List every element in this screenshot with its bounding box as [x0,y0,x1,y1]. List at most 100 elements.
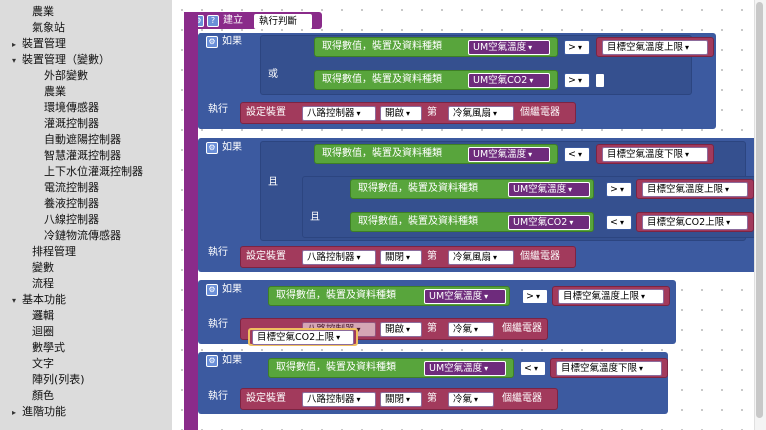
state-dropdown[interactable]: 開啟 ▾ [380,106,422,121]
toolbox-category[interactable]: ▾ 裝置管理（變數） [12,52,110,68]
sensor-dropdown[interactable]: UM空氣溫度 ▾ [468,40,550,55]
create-label: 建立 [223,15,243,26]
toolbox-category-label: 自動遮陽控制器 [44,133,121,146]
variable-dropdown[interactable]: 目標空氣溫度下限 ▾ [602,147,708,162]
controller-dropdown[interactable]: 八路控制器▾ [302,250,376,265]
state-dropdown[interactable]: 開啟 ▾ [380,322,422,337]
toolbox-category-label: 農業 [44,85,66,98]
toolbox-category-label: 迴圈 [32,325,54,338]
operator-dropdown[interactable]: < ▾ [606,215,632,230]
variable-dropdown[interactable]: 目標空氣溫度上限 ▾ [602,40,708,55]
toolbox-category[interactable]: 外部變數 [44,68,88,83]
variable-dropdown[interactable]: 目標空氣CO2上限 ▾ [252,330,354,345]
toolbox-category[interactable]: 流程 [32,276,54,291]
sensor-dropdown[interactable]: UM空氣溫度 ▾ [424,361,506,376]
sensor-dropdown[interactable]: UM空氣溫度 ▾ [468,147,550,162]
toolbox-category-label: 灌溉控制器 [44,117,99,130]
function-name-field[interactable]: 執行判斷 [254,14,312,29]
chevron-right-icon[interactable]: ▸ [12,37,22,52]
toolbox-category-label: 顏色 [32,389,54,402]
blockly-workspace[interactable]: ⚙ ? 建立 執行判斷 ⚙ 如果 或 取得數值，裝置及資料種類 UM空氣溫度▾ … [172,0,766,430]
toolbox-category[interactable]: 氣象站 [32,20,65,35]
function-body-bar [184,12,198,430]
operator-dropdown[interactable]: < ▾ [520,361,546,376]
toolbox-category-label: 農業 [32,5,54,18]
toolbox-category[interactable]: 邏輯 [32,308,54,323]
toolbox-category[interactable]: 養液控制器 [44,196,99,211]
operator-dropdown[interactable]: > ▾ [564,40,590,55]
toolbox-category-label: 排程管理 [32,245,76,258]
chevron-right-icon[interactable]: ▸ [12,405,22,420]
toolbox-sidebar: 農業 氣象站 ▸ 裝置管理 ▾ 裝置管理（變數） 外部變數 農業 環境傳感器 灌溉控制器 自動遮陽控… [0,0,172,430]
toolbox-category[interactable]: 智慧灌溉控制器 [44,148,121,163]
controller-dropdown[interactable]: 八路控制器▾ [302,106,376,121]
toolbox-category[interactable]: 灌溉控制器 [44,116,99,131]
toolbox-category[interactable]: ▸ 進階功能 [12,404,66,420]
help-icon[interactable]: ? [207,15,219,27]
toolbox-category[interactable]: ▾ 基本功能 [12,292,66,308]
sensor-dropdown[interactable]: UM空氣溫度 ▾ [424,289,506,304]
and-label: 且 [268,177,278,188]
state-dropdown[interactable]: 關閉 ▾ [380,392,422,407]
toolbox-category-label: 變數 [32,261,54,274]
toolbox-category-label: 養液控制器 [44,197,99,210]
toolbox-category[interactable]: 上下水位灌溉控制器 [44,164,143,179]
variable-dropdown[interactable]: 目標空氣溫度上限 ▾ [642,182,748,197]
chevron-down-icon[interactable]: ▾ [12,53,22,68]
variable-dropdown[interactable]: 目標空氣溫度下限 ▾ [556,361,662,376]
toolbox-category[interactable]: 農業 [44,84,66,99]
toolbox-category-label: 流程 [32,277,54,290]
toolbox-category[interactable]: 數學式 [32,340,65,355]
toolbox-category-label: 環境傳感器 [44,101,99,114]
toolbox-category[interactable]: 顏色 [32,388,54,403]
toolbox-category[interactable]: 迴圈 [32,324,54,339]
toolbox-category-label: 基本功能 [22,293,66,306]
sensor-dropdown[interactable]: UM空氣CO2 ▾ [508,215,590,230]
target-dropdown[interactable]: 冷氣風扇 ▾ [448,250,514,265]
or-label: 或 [268,69,278,80]
toolbox-category[interactable]: 文字 [32,356,54,371]
toolbox-category-label: 裝置管理 [22,37,66,50]
toolbox-category[interactable]: 陣列(列表) [32,372,85,387]
toolbox-category[interactable]: ▸ 裝置管理 [12,36,66,52]
target-dropdown[interactable]: 冷氣 ▾ [448,322,494,337]
state-dropdown[interactable]: 關閉 ▾ [380,250,422,265]
sensor-dropdown[interactable]: UM空氣CO2 ▾ [468,73,550,88]
toolbox-category-label: 上下水位灌溉控制器 [44,165,143,178]
operator-dropdown[interactable]: < ▾ [564,147,590,162]
gear-icon[interactable]: ⚙ [206,355,218,367]
toolbox-category-label: 智慧灌溉控制器 [44,149,121,162]
gear-icon[interactable]: ⚙ [206,284,218,296]
toolbox-category[interactable]: 冷鏈物流傳感器 [44,228,121,243]
target-dropdown[interactable]: 冷氣風扇 ▾ [448,106,514,121]
toolbox-category[interactable]: 變數 [32,260,54,275]
gear-icon[interactable]: ⚙ [206,36,218,48]
toolbox-category-label: 氣象站 [32,21,65,34]
if-label: 如果 [222,36,242,47]
toolbox-category[interactable]: 環境傳感器 [44,100,99,115]
toolbox-category-label: 八線控制器 [44,213,99,226]
do-label: 執行 [208,104,228,115]
empty-input-slot[interactable] [596,74,604,87]
sensor-dropdown[interactable]: UM空氣溫度 ▾ [508,182,590,197]
toolbox-category-label: 電流控制器 [44,181,99,194]
variable-dropdown[interactable]: 目標空氣CO2上限 ▾ [642,215,748,230]
toolbox-category[interactable]: 農業 [32,4,54,19]
scrollbar-thumb[interactable] [756,2,763,418]
toolbox-category-label: 進階功能 [22,405,66,418]
variable-dropdown[interactable]: 目標空氣溫度上限 ▾ [558,289,664,304]
toolbox-category-label: 邏輯 [32,309,54,322]
chevron-down-icon[interactable]: ▾ [12,293,22,308]
operator-dropdown[interactable]: > ▾ [522,289,548,304]
toolbox-category[interactable]: 電流控制器 [44,180,99,195]
toolbox-category-label: 數學式 [32,341,65,354]
controller-dropdown[interactable]: 八路控制器▾ [302,392,376,407]
toolbox-category[interactable]: 排程管理 [32,244,76,259]
toolbox-category-label: 冷鏈物流傳感器 [44,229,121,242]
gear-icon[interactable]: ⚙ [206,142,218,154]
target-dropdown[interactable]: 冷氣 ▾ [448,392,494,407]
operator-dropdown[interactable]: > ▾ [606,182,632,197]
toolbox-category[interactable]: 自動遮陽控制器 [44,132,121,147]
toolbox-category[interactable]: 八線控制器 [44,212,99,227]
operator-dropdown[interactable]: > ▾ [564,73,590,88]
